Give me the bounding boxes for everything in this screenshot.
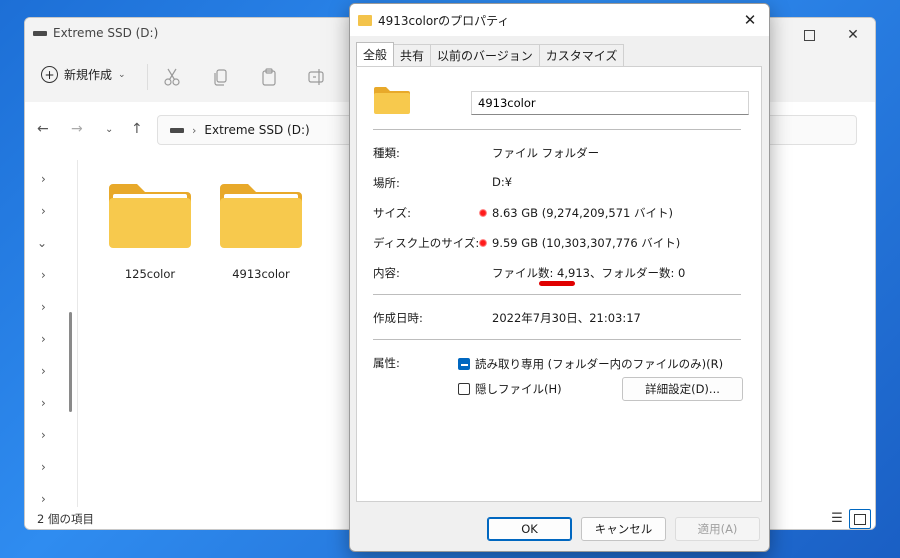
dialog-close-button[interactable]: ✕ bbox=[737, 8, 763, 32]
folder-icon bbox=[374, 87, 410, 114]
tab-general[interactable]: 全般 bbox=[356, 42, 395, 66]
advanced-button[interactable]: 詳細設定(D)... bbox=[622, 377, 743, 401]
explorer-title-text: Extreme SSD (D:) bbox=[53, 26, 159, 40]
scrollbar[interactable] bbox=[69, 312, 72, 412]
disk-size-value: 9.59 GB (10,303,307,776 バイト) bbox=[492, 236, 681, 250]
collapse-chevron-icon[interactable]: ⌄ bbox=[37, 236, 47, 250]
maximize-icon bbox=[803, 29, 815, 41]
ok-button[interactable]: OK bbox=[487, 517, 572, 541]
size-label: サイズ: bbox=[373, 206, 412, 220]
dialog-title-text: 4913colorのプロパティ bbox=[378, 14, 510, 28]
hidden-checkbox[interactable] bbox=[458, 383, 470, 395]
contents-label: 内容: bbox=[373, 266, 400, 280]
tab-sharing[interactable]: 共有 bbox=[393, 44, 432, 66]
type-label: 種類: bbox=[373, 146, 400, 160]
red-dot-annotation bbox=[479, 209, 487, 217]
back-button[interactable]: ← bbox=[37, 121, 49, 137]
folder-name-input[interactable] bbox=[471, 91, 749, 115]
folder-icon bbox=[358, 15, 372, 26]
expand-chevron-icon[interactable]: › bbox=[41, 332, 46, 346]
close-window-button[interactable]: ✕ bbox=[831, 18, 875, 52]
close-icon: ✕ bbox=[743, 11, 757, 29]
tab-customize[interactable]: カスタマイズ bbox=[538, 44, 625, 66]
forward-button[interactable]: → bbox=[71, 121, 83, 137]
folder-icon[interactable] bbox=[107, 180, 193, 250]
folder-name[interactable]: 125color bbox=[100, 267, 200, 281]
tiles-view-icon bbox=[854, 513, 866, 525]
divider bbox=[373, 294, 741, 295]
readonly-checkbox[interactable] bbox=[458, 358, 470, 370]
type-value: ファイル フォルダー bbox=[492, 146, 600, 160]
divider bbox=[373, 129, 741, 130]
created-value: 2022年7月30日、21:03:17 bbox=[492, 311, 641, 325]
chevron-right-icon: › bbox=[192, 123, 197, 137]
drive-icon bbox=[170, 127, 184, 133]
apply-button[interactable]: 適用(A) bbox=[675, 517, 760, 541]
new-button-label: 新規作成 bbox=[64, 68, 113, 82]
attributes-label: 属性: bbox=[373, 356, 400, 370]
details-view-button[interactable]: ☰ bbox=[827, 509, 847, 527]
expand-chevron-icon[interactable]: › bbox=[41, 428, 46, 442]
general-tab-panel: 種類: ファイル フォルダー 場所: D:¥ サイズ: 8.63 GB (9,2… bbox=[356, 66, 762, 502]
paste-icon[interactable] bbox=[258, 66, 280, 88]
created-label: 作成日時: bbox=[373, 311, 423, 325]
expand-chevron-icon[interactable]: › bbox=[41, 268, 46, 282]
large-icons-view-button[interactable] bbox=[849, 509, 871, 529]
cancel-button[interactable]: キャンセル bbox=[581, 517, 666, 541]
expand-chevron-icon[interactable]: › bbox=[41, 172, 46, 186]
location-label: 場所: bbox=[373, 176, 400, 190]
maximize-button[interactable] bbox=[787, 18, 831, 52]
red-underline-annotation bbox=[539, 281, 575, 286]
tab-previous-versions[interactable]: 以前のバージョン bbox=[430, 44, 540, 66]
size-value: 8.63 GB (9,274,209,571 バイト) bbox=[492, 206, 673, 220]
properties-dialog: 4913colorのプロパティ ✕ 全般 共有 以前のバージョン カスタマイズ … bbox=[349, 3, 770, 552]
disk-size-label: ディスク上のサイズ: bbox=[373, 236, 480, 250]
hidden-label[interactable]: 隠しファイル(H) bbox=[475, 381, 562, 397]
expand-chevron-icon[interactable]: › bbox=[41, 300, 46, 314]
up-button[interactable]: ↑ bbox=[131, 121, 143, 137]
rename-icon[interactable] bbox=[306, 66, 328, 88]
close-icon: ✕ bbox=[847, 27, 859, 43]
contents-value: ファイル数: 4,913、フォルダー数: 0 bbox=[492, 266, 686, 280]
copy-icon[interactable] bbox=[210, 66, 232, 88]
readonly-label[interactable]: 読み取り専用 (フォルダー内のファイルのみ)(R) bbox=[475, 356, 723, 372]
recent-locations-button[interactable]: ⌄ bbox=[105, 124, 113, 135]
red-dot-annotation bbox=[479, 239, 487, 247]
expand-chevron-icon[interactable]: › bbox=[41, 492, 46, 506]
chevron-down-icon: ⌄ bbox=[118, 69, 126, 80]
list-view-icon: ☰ bbox=[831, 510, 843, 526]
plus-icon: + bbox=[41, 66, 58, 83]
folder-icon[interactable] bbox=[218, 180, 304, 250]
cut-icon[interactable] bbox=[161, 66, 183, 88]
navigation-pane: › › ⌄ › › › › › › › › bbox=[25, 160, 78, 507]
expand-chevron-icon[interactable]: › bbox=[41, 364, 46, 378]
new-button[interactable]: + 新規作成 ⌄ bbox=[41, 66, 126, 83]
dialog-titlebar[interactable]: 4913colorのプロパティ ✕ bbox=[350, 4, 769, 36]
item-count: 2 個の項目 bbox=[37, 512, 94, 526]
divider bbox=[373, 339, 741, 340]
toolbar-divider bbox=[147, 64, 148, 90]
drive-icon bbox=[33, 30, 47, 36]
dialog-title: 4913colorのプロパティ bbox=[358, 12, 509, 29]
location-value: D:¥ bbox=[492, 175, 513, 189]
expand-chevron-icon[interactable]: › bbox=[41, 396, 46, 410]
expand-chevron-icon[interactable]: › bbox=[41, 460, 46, 474]
breadcrumb: Extreme SSD (D:) bbox=[204, 123, 310, 137]
folder-name[interactable]: 4913color bbox=[211, 267, 311, 281]
expand-chevron-icon[interactable]: › bbox=[41, 204, 46, 218]
explorer-title: Extreme SSD (D:) bbox=[33, 26, 158, 40]
tab-strip: 全般 共有 以前のバージョン カスタマイズ bbox=[356, 42, 625, 66]
